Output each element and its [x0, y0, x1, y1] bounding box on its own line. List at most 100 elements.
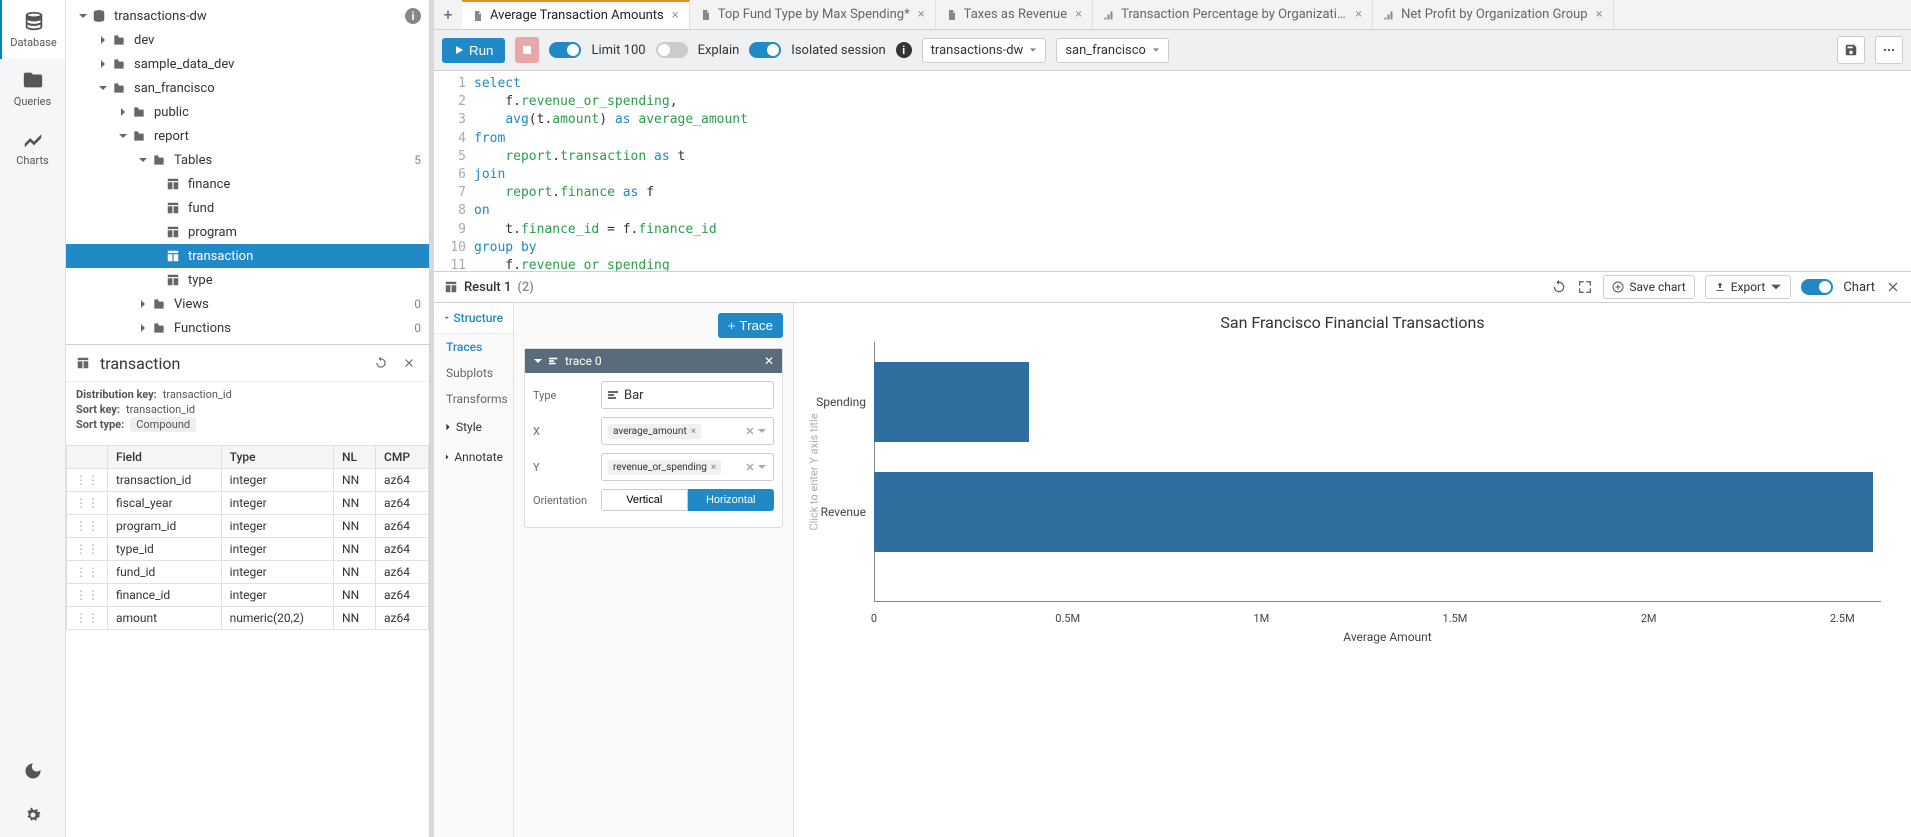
cfg-label: Style — [456, 420, 482, 434]
limit-toggle[interactable] — [549, 42, 581, 58]
table-row[interactable]: ⋮⋮transaction_idintegerNNaz64 — [67, 469, 429, 492]
tree-table-type[interactable]: type — [66, 268, 429, 292]
rail-charts[interactable]: Charts — [0, 118, 65, 177]
tree-db-sample[interactable]: sample_data_dev — [66, 52, 429, 76]
tree-table-transaction[interactable]: transaction — [66, 244, 429, 268]
tab-close[interactable]: × — [1596, 7, 1603, 22]
type-select[interactable]: Bar — [601, 381, 774, 409]
tree-tables[interactable]: Tables 5 — [66, 148, 429, 172]
cfg-label: Annotate — [454, 450, 503, 464]
cfg-traces[interactable]: Traces — [434, 334, 513, 360]
close-button[interactable] — [399, 353, 419, 373]
orient-horizontal[interactable]: Horizontal — [688, 489, 775, 511]
database-dropdown[interactable]: san_francisco — [1056, 38, 1169, 63]
close-icon[interactable] — [745, 426, 755, 436]
tree-count: 5 — [414, 153, 421, 167]
cfg-style[interactable]: Style — [434, 412, 513, 442]
trace-close[interactable]: ✕ — [764, 354, 774, 368]
col-header-cmp[interactable]: CMP — [376, 446, 429, 469]
cfg-structure[interactable]: Structure — [434, 303, 513, 334]
chip-remove[interactable]: × — [691, 426, 696, 437]
editor-tab[interactable]: Taxes as Revenue × — [936, 0, 1093, 29]
tree-db-sf[interactable]: san_francisco — [66, 76, 429, 100]
tree-schema-public[interactable]: public — [66, 100, 429, 124]
result-tab[interactable]: Result 1 (2) — [444, 280, 534, 295]
new-tab-button[interactable]: + — [434, 5, 462, 24]
chip-remove[interactable]: × — [711, 462, 716, 473]
tree-table-finance[interactable]: finance — [66, 172, 429, 196]
chevron-down-icon[interactable] — [757, 462, 767, 472]
col-header-field[interactable]: Field — [108, 446, 222, 469]
x-tick-label: 0.5M — [1055, 612, 1080, 625]
tab-close[interactable]: × — [1355, 7, 1362, 22]
table-row[interactable]: ⋮⋮finance_idintegerNNaz64 — [67, 584, 429, 607]
tab-close[interactable]: × — [918, 7, 925, 22]
connection-dropdown[interactable]: transactions-dw — [922, 38, 1047, 63]
x-select[interactable]: average_amount× — [601, 417, 774, 445]
chart-toggle[interactable] — [1801, 279, 1833, 295]
trace-header[interactable]: trace 0 ✕ — [525, 349, 782, 373]
table-row[interactable]: ⋮⋮amountnumeric(20,2)NNaz64 — [67, 607, 429, 630]
editor-tab[interactable]: Top Fund Type by Max Spending* × — [690, 0, 936, 29]
tree-table-fund[interactable]: fund — [66, 196, 429, 220]
rail-queries[interactable]: Queries — [0, 59, 65, 118]
x-axis-label[interactable]: Average Amount — [874, 630, 1901, 644]
tree-connection[interactable]: transactions-dw i — [66, 4, 429, 28]
close-result-button[interactable] — [1885, 279, 1901, 295]
chevron-down-icon — [533, 356, 543, 366]
explain-label: Explain — [698, 43, 740, 58]
tree-functions[interactable]: Functions 0 — [66, 316, 429, 340]
stop-button[interactable] — [515, 37, 539, 63]
refresh-button[interactable] — [1551, 279, 1567, 295]
y-label: Y — [533, 461, 593, 474]
x-tick-label: 2.5M — [1830, 612, 1855, 625]
settings-button[interactable] — [0, 793, 65, 837]
close-icon[interactable] — [745, 462, 755, 472]
tree-table-program[interactable]: program — [66, 220, 429, 244]
tree-db-dev[interactable]: dev — [66, 28, 429, 52]
info-icon[interactable]: i — [896, 42, 912, 58]
editor-tab[interactable]: Net Profit by Organization Group× — [1373, 0, 1614, 29]
refresh-button[interactable] — [371, 353, 391, 373]
col-header-type[interactable]: Type — [221, 446, 333, 469]
more-button[interactable] — [1875, 36, 1903, 64]
orient-vertical[interactable]: Vertical — [601, 489, 688, 511]
run-button[interactable]: Run — [442, 38, 505, 63]
cfg-transforms[interactable]: Transforms — [434, 386, 513, 412]
tree-label: Functions — [174, 321, 408, 336]
y-select[interactable]: revenue_or_spending× — [601, 453, 774, 481]
trace-card: trace 0 ✕ Type Bar X — [524, 348, 783, 528]
col-header-nl[interactable]: NL — [334, 446, 376, 469]
export-button[interactable]: Export — [1705, 275, 1792, 299]
tab-close[interactable]: × — [1075, 7, 1082, 22]
tree-views[interactable]: Views 0 — [66, 292, 429, 316]
tab-label: Taxes as Revenue — [964, 7, 1067, 22]
rail-database[interactable]: Database — [0, 0, 65, 59]
connection-value: transactions-dw — [931, 43, 1024, 58]
chart-bar[interactable] — [874, 362, 1029, 442]
sql-editor[interactable]: 12345678910111213 select f.revenue_or_sp… — [434, 71, 1911, 271]
tab-label: Top Fund Type by Max Spending* — [718, 7, 910, 22]
expand-button[interactable] — [1577, 279, 1593, 295]
chart-canvas[interactable]: San Francisco Financial Transactions Cli… — [794, 303, 1911, 837]
editor-tab[interactable]: Transaction Percentage by Organization G… — [1093, 0, 1373, 29]
chart-bar[interactable] — [874, 472, 1873, 552]
cfg-annotate[interactable]: Annotate — [434, 442, 513, 472]
tree-schema-report[interactable]: report — [66, 124, 429, 148]
add-trace-button[interactable]: + Trace — [718, 313, 783, 338]
table-row[interactable]: ⋮⋮fiscal_yearintegerNNaz64 — [67, 492, 429, 515]
table-row[interactable]: ⋮⋮type_idintegerNNaz64 — [67, 538, 429, 561]
editor-tab[interactable]: Average Transaction Amounts× — [462, 0, 690, 29]
table-row[interactable]: ⋮⋮fund_idintegerNNaz64 — [67, 561, 429, 584]
theme-toggle[interactable] — [0, 749, 65, 793]
tab-close[interactable]: × — [672, 8, 679, 23]
save-chart-button[interactable]: Save chart — [1603, 275, 1694, 299]
save-button[interactable] — [1837, 36, 1865, 64]
chart-title[interactable]: San Francisco Financial Transactions — [804, 313, 1901, 332]
info-icon[interactable]: i — [405, 8, 421, 24]
cfg-subplots[interactable]: Subplots — [434, 360, 513, 386]
chevron-down-icon[interactable] — [757, 426, 767, 436]
table-row[interactable]: ⋮⋮program_idintegerNNaz64 — [67, 515, 429, 538]
isolated-toggle[interactable] — [749, 42, 781, 58]
explain-toggle[interactable] — [656, 42, 688, 58]
